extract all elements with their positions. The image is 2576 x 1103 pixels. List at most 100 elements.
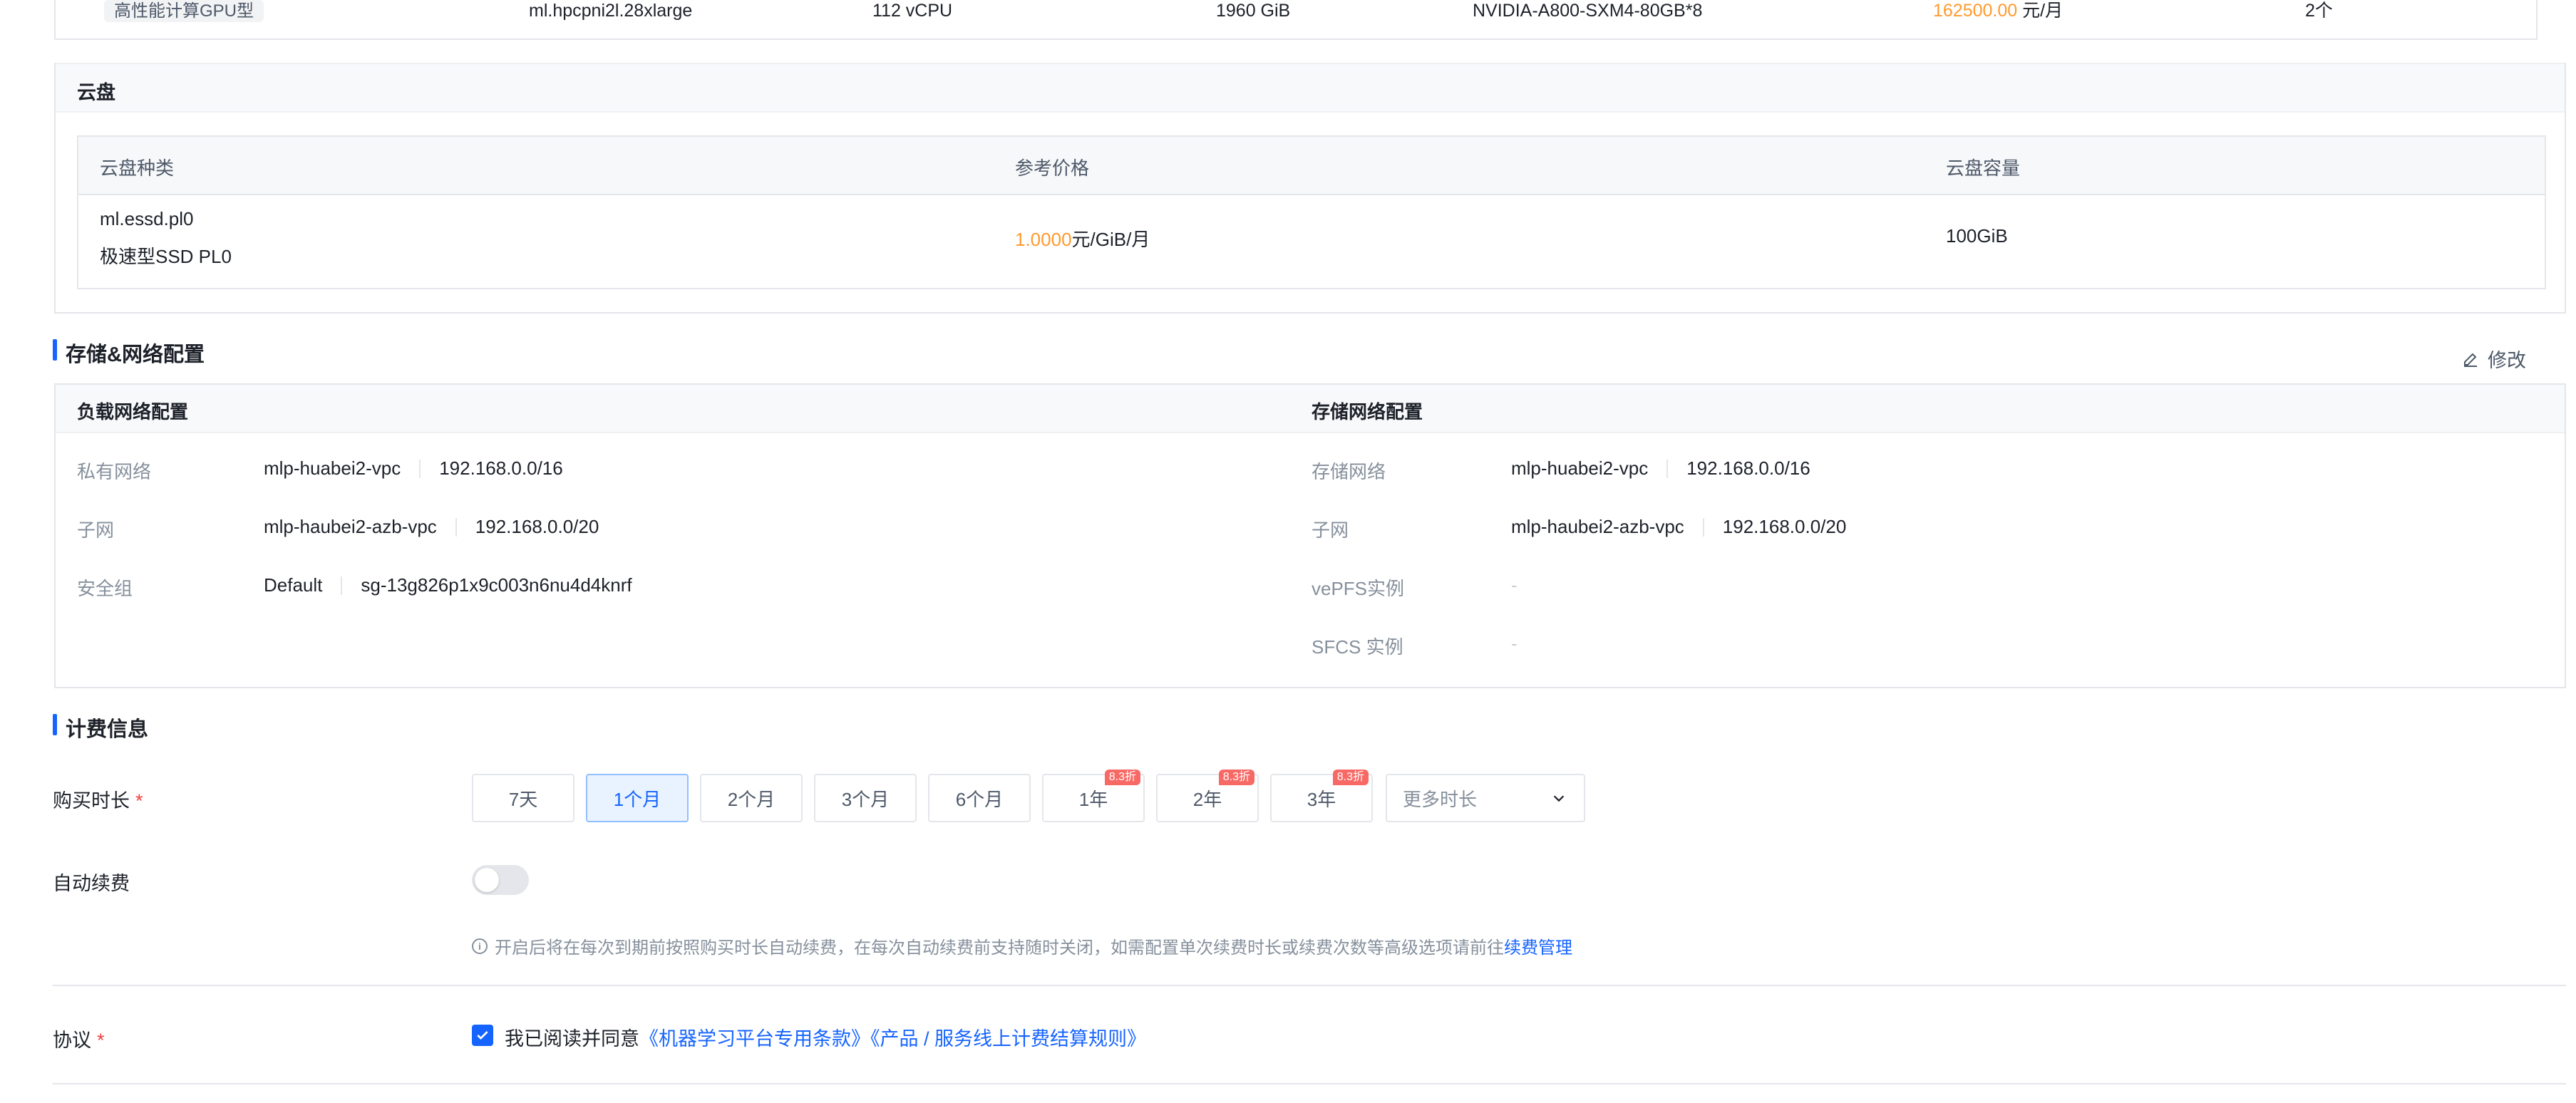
storage-subnet-label: 子网 bbox=[1312, 519, 1349, 541]
chevron-down-icon bbox=[1553, 795, 1565, 802]
instance-gpu: NVIDIA-A800-SXM4-80GB*8 bbox=[1473, 1, 1703, 21]
sfcs-value: - bbox=[1511, 633, 1518, 654]
agreement-text: 我已阅读并同意《机器学习平台专用条款》《产品 / 服务线上计费结算规则》 bbox=[505, 1023, 1146, 1051]
agreement-label: 协议 * bbox=[53, 1025, 105, 1052]
col-header-capacity: 云盘容量 bbox=[1946, 157, 2021, 179]
hint-text: 开启后将在每次到期前按照购买时长自动续费，在每次自动续费前支持随时关闭，如需配置… bbox=[495, 938, 1572, 958]
disk-price: 1.0000元/GiB/月 bbox=[1015, 225, 1150, 252]
cloud-disk-header: 云盘 bbox=[56, 63, 2565, 113]
duration-option-label: 1个月 bbox=[613, 788, 661, 810]
storage-subnet-value: mlp-haubei2-azb-vpc 192.168.0.0/20 bbox=[1511, 516, 1846, 538]
storage-vpc-value: mlp-huabei2-vpc 192.168.0.0/16 bbox=[1511, 457, 1810, 480]
agreement-label-text: 协议 bbox=[53, 1030, 91, 1051]
check-icon bbox=[477, 1031, 488, 1040]
agreement-prefix: 我已阅读并同意 bbox=[505, 1028, 639, 1050]
network-config-panel: 负载网络配置 存储网络配置 私有网络 mlp-huabei2-vpc 192.16… bbox=[54, 383, 2566, 688]
storage-vpc-label: 存储网络 bbox=[1312, 461, 1386, 482]
divider bbox=[1702, 517, 1704, 537]
col-header-ref-price: 参考价格 bbox=[1015, 157, 1090, 179]
disk-price-unit: 元/GiB/月 bbox=[1071, 229, 1150, 250]
storage-network-config-title: 存储网络配置 bbox=[1312, 401, 1423, 423]
col-header-disk-type: 云盘种类 bbox=[100, 157, 175, 179]
more-duration-label: 更多时长 bbox=[1403, 788, 1478, 810]
more-duration-select[interactable]: 更多时长 bbox=[1386, 774, 1585, 822]
disk-type-name: 极速型SSD PL0 bbox=[100, 246, 232, 267]
duration-option-label: 2年 bbox=[1192, 788, 1222, 810]
divider bbox=[53, 1083, 2566, 1084]
divider bbox=[341, 576, 343, 595]
storage-network-title: 存储&网络配置 bbox=[66, 343, 205, 366]
divider bbox=[1666, 459, 1669, 478]
duration-option-label: 1年 bbox=[1078, 788, 1108, 810]
divider bbox=[455, 517, 457, 537]
discount-badge: 8.3折 bbox=[1104, 770, 1140, 785]
duration-option-3y[interactable]: 3年 8.3折 bbox=[1270, 770, 1373, 822]
duration-option-7d[interactable]: 7天 bbox=[472, 774, 575, 822]
required-mark: * bbox=[97, 1030, 105, 1051]
renewal-management-link[interactable]: 续费管理 bbox=[1504, 938, 1572, 958]
auto-renew-hint: i 开启后将在每次到期前按照购买时长自动续费，在每次自动续费前支持随时关闭，如需… bbox=[472, 933, 1572, 958]
duration-option-label: 6个月 bbox=[955, 788, 1004, 810]
instance-price-value: 162500.00 bbox=[1933, 1, 2018, 21]
instance-price: 162500.00 元/月 bbox=[1933, 0, 2063, 21]
instance-spec-row: 高性能计算GPU型 ml.hpcpni2l.28xlarge 112 vCPU … bbox=[54, 0, 2538, 40]
discount-badge: 8.3折 bbox=[1218, 770, 1254, 785]
instance-type-tag: 高性能计算GPU型 bbox=[104, 0, 264, 22]
duration-option-label: 3个月 bbox=[841, 788, 890, 810]
section-accent-bar bbox=[53, 714, 57, 735]
sfcs-label: SFCS 实例 bbox=[1312, 636, 1403, 658]
instance-spec-name: ml.hpcpni2l.28xlarge bbox=[529, 1, 693, 21]
duration-option-1y[interactable]: 1年 8.3折 bbox=[1042, 770, 1145, 822]
cloud-disk-section: 云盘 云盘种类 参考价格 云盘容量 ml.essd.pl0 极速型SSD PL0… bbox=[54, 63, 2566, 314]
network-config-header: 负载网络配置 存储网络配置 bbox=[56, 385, 2565, 433]
vpc-name: mlp-huabei2-vpc bbox=[264, 457, 401, 479]
edit-button-label: 修改 bbox=[2488, 350, 2526, 371]
disk-type-code: ml.essd.pl0 bbox=[100, 208, 194, 229]
divider bbox=[419, 459, 421, 478]
pencil-icon bbox=[2464, 353, 2477, 367]
auto-renew-label: 自动续费 bbox=[53, 873, 130, 894]
storage-vpc-cidr: 192.168.0.0/16 bbox=[1686, 457, 1810, 479]
disk-capacity: 100GiB bbox=[1946, 225, 2008, 247]
duration-option-1m[interactable]: 1个月 bbox=[586, 774, 689, 822]
storage-vpc-name: mlp-huabei2-vpc bbox=[1511, 457, 1649, 479]
instance-memory: 1960 GiB bbox=[1216, 1, 1291, 21]
duration-option-3m[interactable]: 3个月 bbox=[814, 774, 917, 822]
duration-option-label: 2个月 bbox=[727, 788, 776, 810]
security-group-label: 安全组 bbox=[77, 578, 133, 599]
toggle-knob bbox=[475, 868, 499, 892]
vpc-label: 私有网络 bbox=[77, 461, 152, 482]
duration-label-text: 购买时长 bbox=[53, 790, 130, 812]
duration-option-2m[interactable]: 2个月 bbox=[700, 774, 803, 822]
billing-title: 计费信息 bbox=[66, 718, 149, 741]
load-network-title: 负载网络配置 bbox=[77, 401, 189, 423]
disk-price-value: 1.0000 bbox=[1015, 229, 1072, 250]
instance-vcpu: 112 vCPU bbox=[872, 1, 953, 21]
duration-option-2y[interactable]: 2年 8.3折 bbox=[1156, 770, 1259, 822]
subnet-value: mlp-haubei2-azb-vpc 192.168.0.0/20 bbox=[264, 516, 599, 538]
instance-price-unit: 元/月 bbox=[2022, 1, 2064, 21]
storage-subnet-name: mlp-haubei2-azb-vpc bbox=[1511, 516, 1684, 537]
vepfs-label: vePFS实例 bbox=[1312, 578, 1405, 599]
vpc-value: mlp-huabei2-vpc 192.168.0.0/16 bbox=[264, 457, 563, 480]
duration-label: 购买时长 * bbox=[53, 785, 143, 813]
edit-button[interactable]: 修改 bbox=[2462, 345, 2526, 373]
agreement-checkbox[interactable] bbox=[472, 1025, 493, 1046]
instance-count: 2个 bbox=[2305, 1, 2333, 21]
divider bbox=[53, 985, 2566, 986]
duration-option-6m[interactable]: 6个月 bbox=[928, 774, 1031, 822]
storage-subnet-cidr: 192.168.0.0/20 bbox=[1722, 516, 1847, 537]
cloud-disk-title: 云盘 bbox=[77, 82, 115, 103]
discount-badge: 8.3折 bbox=[1332, 770, 1369, 785]
platform-terms-link[interactable]: 《机器学习平台专用条款》 bbox=[639, 1028, 870, 1050]
cloud-disk-table: 云盘种类 参考价格 云盘容量 ml.essd.pl0 极速型SSD PL0 1.… bbox=[77, 135, 2546, 289]
vepfs-value: - bbox=[1511, 574, 1518, 596]
info-icon: i bbox=[472, 938, 488, 954]
section-accent-bar bbox=[53, 339, 57, 361]
auto-renew-toggle[interactable] bbox=[472, 865, 529, 895]
security-group-name: Default bbox=[264, 574, 323, 596]
required-mark: * bbox=[135, 790, 143, 812]
vpc-cidr: 192.168.0.0/16 bbox=[439, 457, 563, 479]
security-group-value: Default sg-13g826p1x9c003n6nu4d4knrf bbox=[264, 574, 632, 596]
billing-rules-link[interactable]: 《产品 / 服务线上计费结算规则》 bbox=[870, 1028, 1146, 1050]
